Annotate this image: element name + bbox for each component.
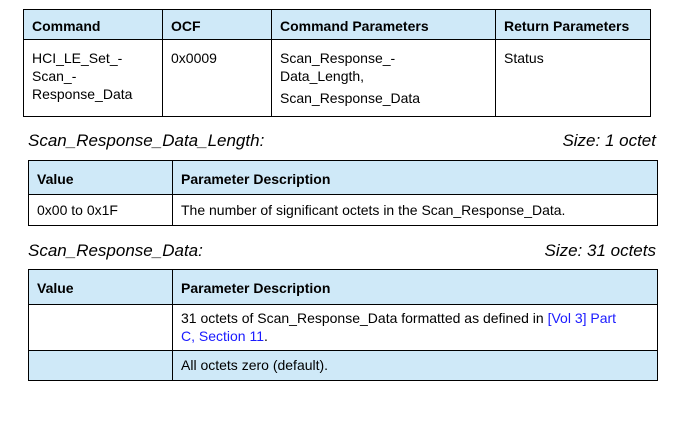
length-table-header: Value Parameter Description (28, 160, 658, 195)
header-value: Value (28, 269, 173, 305)
section-11-link[interactable]: C, Section 11 (181, 328, 264, 344)
data-table-header: Value Parameter Description (28, 269, 658, 305)
value-cell-empty (28, 304, 173, 351)
length-section-title: Scan_Response_Data_Length: (28, 131, 265, 150)
command-name-line: Response_Data (32, 86, 133, 102)
return-parameters-cell: Status (495, 39, 651, 117)
command-name-line: Scan_- (32, 68, 77, 84)
length-section-heading: Scan_Response_Data_Length: Size: 1 octet (28, 131, 656, 151)
command-param-line: Data_Length, (280, 68, 365, 84)
description-text: 31 octets of Scan_Response_Data formatte… (181, 310, 548, 326)
data-section-size: Size: 31 octets (544, 241, 656, 260)
header-command: Command (23, 9, 163, 40)
description-end: . (264, 328, 268, 344)
header-command-parameters: Command Parameters (271, 9, 496, 40)
description-cell: The number of significant octets in the … (172, 194, 658, 226)
header-ocf: OCF (162, 9, 272, 40)
data-parameter-table: Value Parameter Description 31 octets of… (28, 269, 658, 381)
data-section-title: Scan_Response_Data: (28, 241, 203, 260)
header-value: Value (28, 160, 173, 195)
description-cell: All octets zero (default). (172, 350, 658, 381)
table-row: All octets zero (default). (28, 350, 658, 381)
description-cell: 31 octets of Scan_Response_Data formatte… (172, 304, 658, 351)
value-cell-empty (28, 350, 173, 381)
length-parameter-table: Value Parameter Description 0x00 to 0x1F… (28, 160, 658, 226)
command-param-line: Scan_Response_Data (280, 90, 421, 106)
header-parameter-description: Parameter Description (172, 160, 658, 195)
table-row: 0x00 to 0x1F The number of significant o… (28, 194, 658, 226)
value-cell: 0x00 to 0x1F (28, 194, 173, 226)
command-table: Command OCF Command Parameters Return Pa… (23, 9, 651, 117)
command-name-line: HCI_LE_Set_- (32, 50, 123, 66)
command-parameters-cell: Scan_Response_- Data_Length, Scan_Respon… (271, 39, 496, 117)
command-row: HCI_LE_Set_- Scan_- Response_Data 0x0009… (23, 39, 651, 117)
data-section-heading: Scan_Response_Data: Size: 31 octets (28, 241, 656, 261)
ocf-cell: 0x0009 (162, 39, 272, 117)
vol3-part-link[interactable]: [Vol 3] Part (548, 310, 616, 326)
command-param-line: Scan_Response_- (280, 50, 396, 66)
command-name-cell: HCI_LE_Set_- Scan_- Response_Data (23, 39, 163, 117)
header-return-parameters: Return Parameters (495, 9, 651, 40)
length-section-size: Size: 1 octet (562, 131, 656, 150)
header-parameter-description: Parameter Description (172, 269, 658, 305)
command-table-header: Command OCF Command Parameters Return Pa… (23, 9, 651, 40)
table-row: 31 octets of Scan_Response_Data formatte… (28, 304, 658, 351)
